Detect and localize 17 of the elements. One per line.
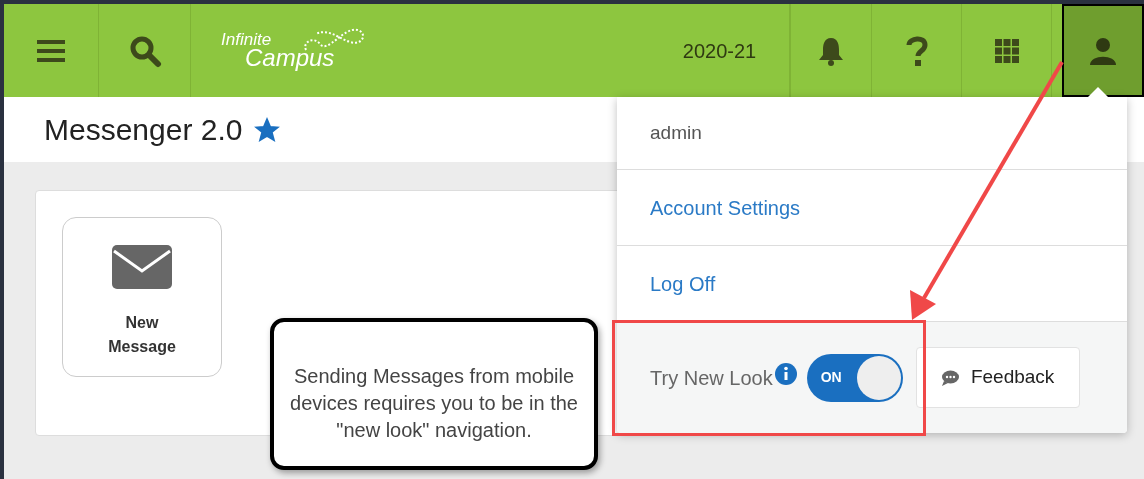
feedback-button[interactable]: Feedback (915, 347, 1080, 408)
speech-bubble-icon (940, 369, 959, 386)
page-title: Messenger 2.0 (44, 112, 243, 148)
logo-text: Campus (245, 46, 335, 70)
toggle-thumb (856, 355, 901, 400)
menu-link[interactable]: Log Off (650, 268, 716, 299)
user-icon[interactable] (1062, 4, 1144, 97)
new-look-label: Try New Look (650, 365, 773, 391)
envelope-icon (112, 245, 172, 289)
logo-text: Infinite (221, 31, 273, 48)
favorite-star-icon[interactable] (254, 116, 281, 143)
username: admin (650, 120, 702, 145)
new-look-toggle[interactable]: ON (806, 353, 903, 402)
callout-note: Sending Messages from mobile devices requires you to be in the "new look" navigation. (270, 318, 598, 470)
info-icon[interactable] (774, 362, 797, 385)
new-message-tile[interactable]: New Message (62, 217, 222, 377)
menu-link[interactable]: Account Settings (650, 192, 801, 223)
